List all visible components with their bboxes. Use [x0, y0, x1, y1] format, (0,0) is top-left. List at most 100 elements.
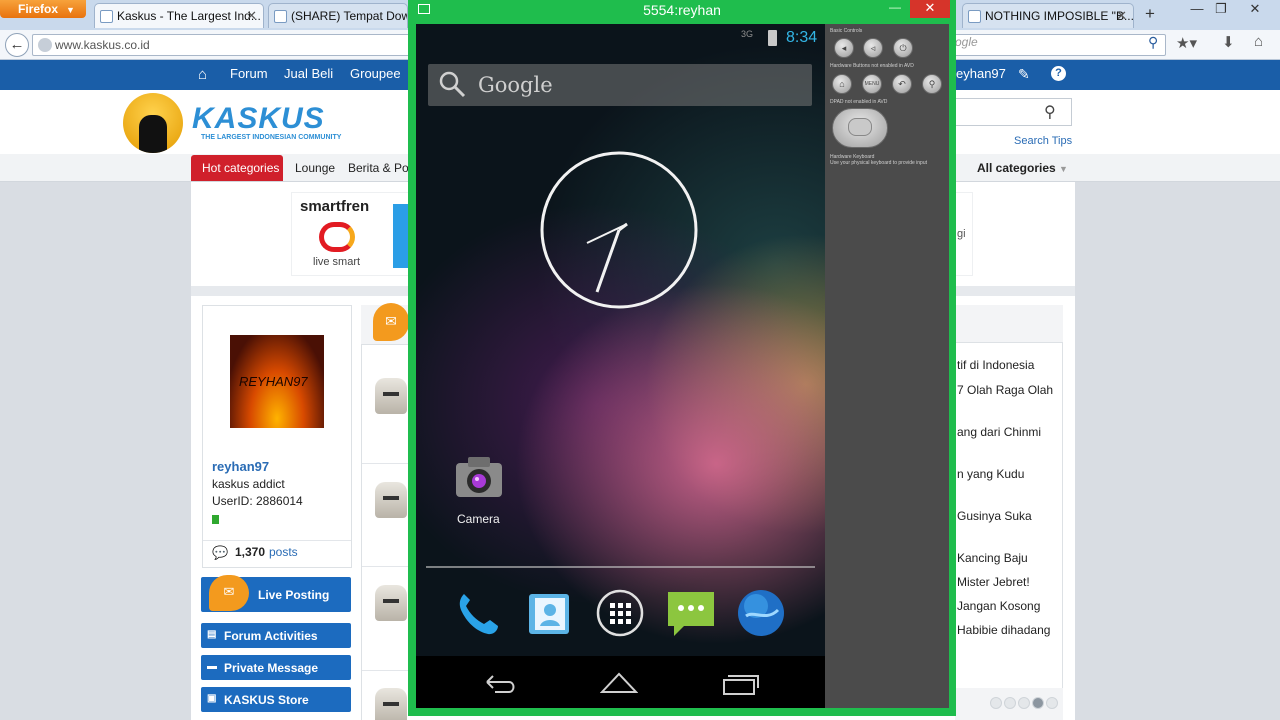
private-message-button[interactable]: ▬ Private Message — [201, 655, 351, 680]
power-icon[interactable]: ⏻ — [893, 38, 913, 58]
kaskus-favicon-icon — [274, 10, 287, 23]
speech-bubble-icon: 💬 — [212, 545, 229, 560]
kaskus-store-button[interactable]: ▣ KASKUS Store — [201, 687, 351, 712]
site-identity-icon[interactable] — [38, 38, 52, 52]
volume-down-icon[interactable]: ◂ — [834, 38, 854, 58]
recents-icon[interactable] — [722, 670, 760, 696]
nav-user-name[interactable]: eyhan97 — [956, 66, 1006, 81]
chevron-down-icon: ▼ — [1059, 164, 1068, 174]
pencil-icon[interactable]: ✎ — [1018, 66, 1030, 83]
pagination-dot[interactable] — [990, 697, 1002, 709]
tab-share[interactable]: (SHARE) Tempat Downl — [268, 3, 408, 28]
google-search-label: Google — [478, 73, 553, 97]
browser-icon[interactable] — [736, 588, 786, 638]
camera-icon[interactable] — [454, 455, 504, 501]
trending-item[interactable]: Kancing Baju — [957, 551, 1028, 565]
banner-graphic — [393, 204, 409, 268]
pagination-dot[interactable] — [1004, 697, 1016, 709]
private-message-label: Private Message — [224, 661, 319, 675]
nav-forum[interactable]: Forum — [230, 66, 268, 81]
kaskus-favicon-icon — [100, 10, 113, 23]
profile-username[interactable]: reyhan97 — [212, 459, 269, 474]
basic-controls-label: Basic Controls — [830, 28, 863, 34]
kaskus-logo-tagline: THE LARGEST INDONESIAN COMMUNITY — [201, 134, 342, 141]
close-icon[interactable]: ✕ — [246, 8, 257, 24]
emulator-close-button[interactable]: ✕ — [910, 0, 950, 18]
download-icon[interactable]: ⬇ — [1222, 33, 1235, 51]
pagination-dot-active[interactable] — [1032, 697, 1044, 709]
help-icon[interactable]: ? — [1051, 66, 1066, 81]
row-divider — [362, 566, 410, 567]
tab-nothing-imposible[interactable]: NOTHING IMPOSIBLE "B... ✕ — [962, 3, 1134, 28]
tab-kaskus[interactable]: Kaskus - The Largest Ind... ✕ — [94, 3, 264, 28]
back-button[interactable]: ← — [5, 33, 29, 57]
pagination-dot[interactable] — [1046, 697, 1058, 709]
search-icon[interactable]: ⚲ — [922, 74, 942, 94]
back-icon[interactable] — [481, 670, 519, 696]
search-icon[interactable]: ⚲ — [1044, 102, 1056, 122]
kaskus-badge-icon: ✉ — [373, 303, 409, 341]
window-close-button[interactable]: ✕ — [1240, 1, 1270, 17]
trending-header — [955, 305, 1063, 343]
hot-categories-tab[interactable]: Hot categories — [191, 155, 283, 181]
firefox-menu-label: Firefox — [18, 2, 59, 16]
dpad-label: DPAD not enabled in AVD — [830, 99, 888, 105]
trending-item[interactable]: Habibie dihadang — [957, 623, 1050, 637]
analog-clock-widget[interactable] — [539, 150, 699, 310]
bookmarks-icon[interactable]: ★▾ — [1176, 34, 1197, 52]
kaskus-favicon-icon — [968, 10, 981, 23]
home-icon[interactable]: ⌂ — [832, 74, 852, 94]
new-tab-button[interactable]: + — [1138, 4, 1162, 26]
menu-key-label: MENU — [864, 81, 880, 87]
store-icon: ▣ — [207, 693, 217, 704]
trending-item[interactable]: tif di Indonesia — [957, 358, 1034, 372]
messaging-icon[interactable] — [666, 588, 716, 638]
user-avatar[interactable] — [375, 482, 407, 518]
trending-item[interactable]: n yang Kudu — [957, 467, 1024, 481]
close-icon[interactable]: ✕ — [1116, 8, 1127, 24]
camera-label[interactable]: Camera — [457, 512, 500, 526]
nav-jual-beli[interactable]: Jual Beli — [284, 66, 333, 81]
phone-icon[interactable] — [452, 588, 502, 638]
trending-item[interactable]: Jangan Kosong — [957, 599, 1040, 613]
minimize-button[interactable]: — — [889, 0, 903, 14]
firefox-menu-button[interactable]: Firefox ▼ — [0, 0, 86, 18]
app-drawer-icon[interactable] — [595, 588, 645, 638]
user-avatar[interactable] — [375, 378, 407, 414]
nav-groupee[interactable]: Groupee — [350, 66, 401, 81]
status-time: 8:34 — [786, 29, 818, 46]
search-tips-link[interactable]: Search Tips — [1014, 135, 1072, 147]
restore-button[interactable]: ❐ — [1206, 1, 1236, 17]
row-divider — [362, 670, 410, 671]
row-divider — [362, 463, 410, 464]
all-categories-dropdown[interactable]: All categories ▼ — [977, 161, 1068, 175]
posts-link[interactable]: posts — [269, 545, 298, 559]
menu-button[interactable]: MENU — [862, 74, 882, 94]
forum-activities-button[interactable]: ▤ Forum Activities — [201, 623, 351, 648]
category-lounge[interactable]: Lounge — [295, 161, 335, 175]
pagination-dot[interactable] — [1018, 697, 1030, 709]
user-avatar[interactable] — [375, 585, 407, 621]
home-icon[interactable]: ⌂ — [198, 66, 207, 83]
search-icon[interactable]: ⚲ — [1148, 34, 1158, 51]
battery-icon — [768, 30, 777, 46]
trending-item[interactable]: Mister Jebret! — [957, 575, 1030, 589]
trending-item[interactable]: ang dari Chinmi — [957, 425, 1041, 439]
trending-item[interactable]: Gusinya Suka — [957, 509, 1032, 523]
home-icon[interactable] — [600, 670, 638, 696]
user-avatar[interactable] — [375, 688, 407, 720]
category-berita-politik[interactable]: Berita & Pol — [348, 161, 411, 175]
kaskus-mascot-logo[interactable] — [123, 93, 183, 153]
kaskus-logo-text[interactable]: KASKUS — [192, 102, 325, 136]
home-icon[interactable]: ⌂ — [1254, 33, 1263, 50]
search-icon — [439, 71, 466, 98]
dock-divider — [426, 566, 815, 568]
back-icon[interactable]: ↶ — [892, 74, 912, 94]
dpad-center-button[interactable] — [848, 118, 872, 136]
search-bar-placeholder[interactable]: ogle — [955, 35, 978, 49]
online-status-indicator — [212, 515, 219, 524]
trending-item[interactable]: 7 Olah Raga Olah — [957, 383, 1053, 397]
contacts-icon[interactable] — [525, 588, 575, 638]
network-indicator: 3G — [741, 29, 754, 39]
volume-up-icon[interactable]: ◃ — [863, 38, 883, 58]
